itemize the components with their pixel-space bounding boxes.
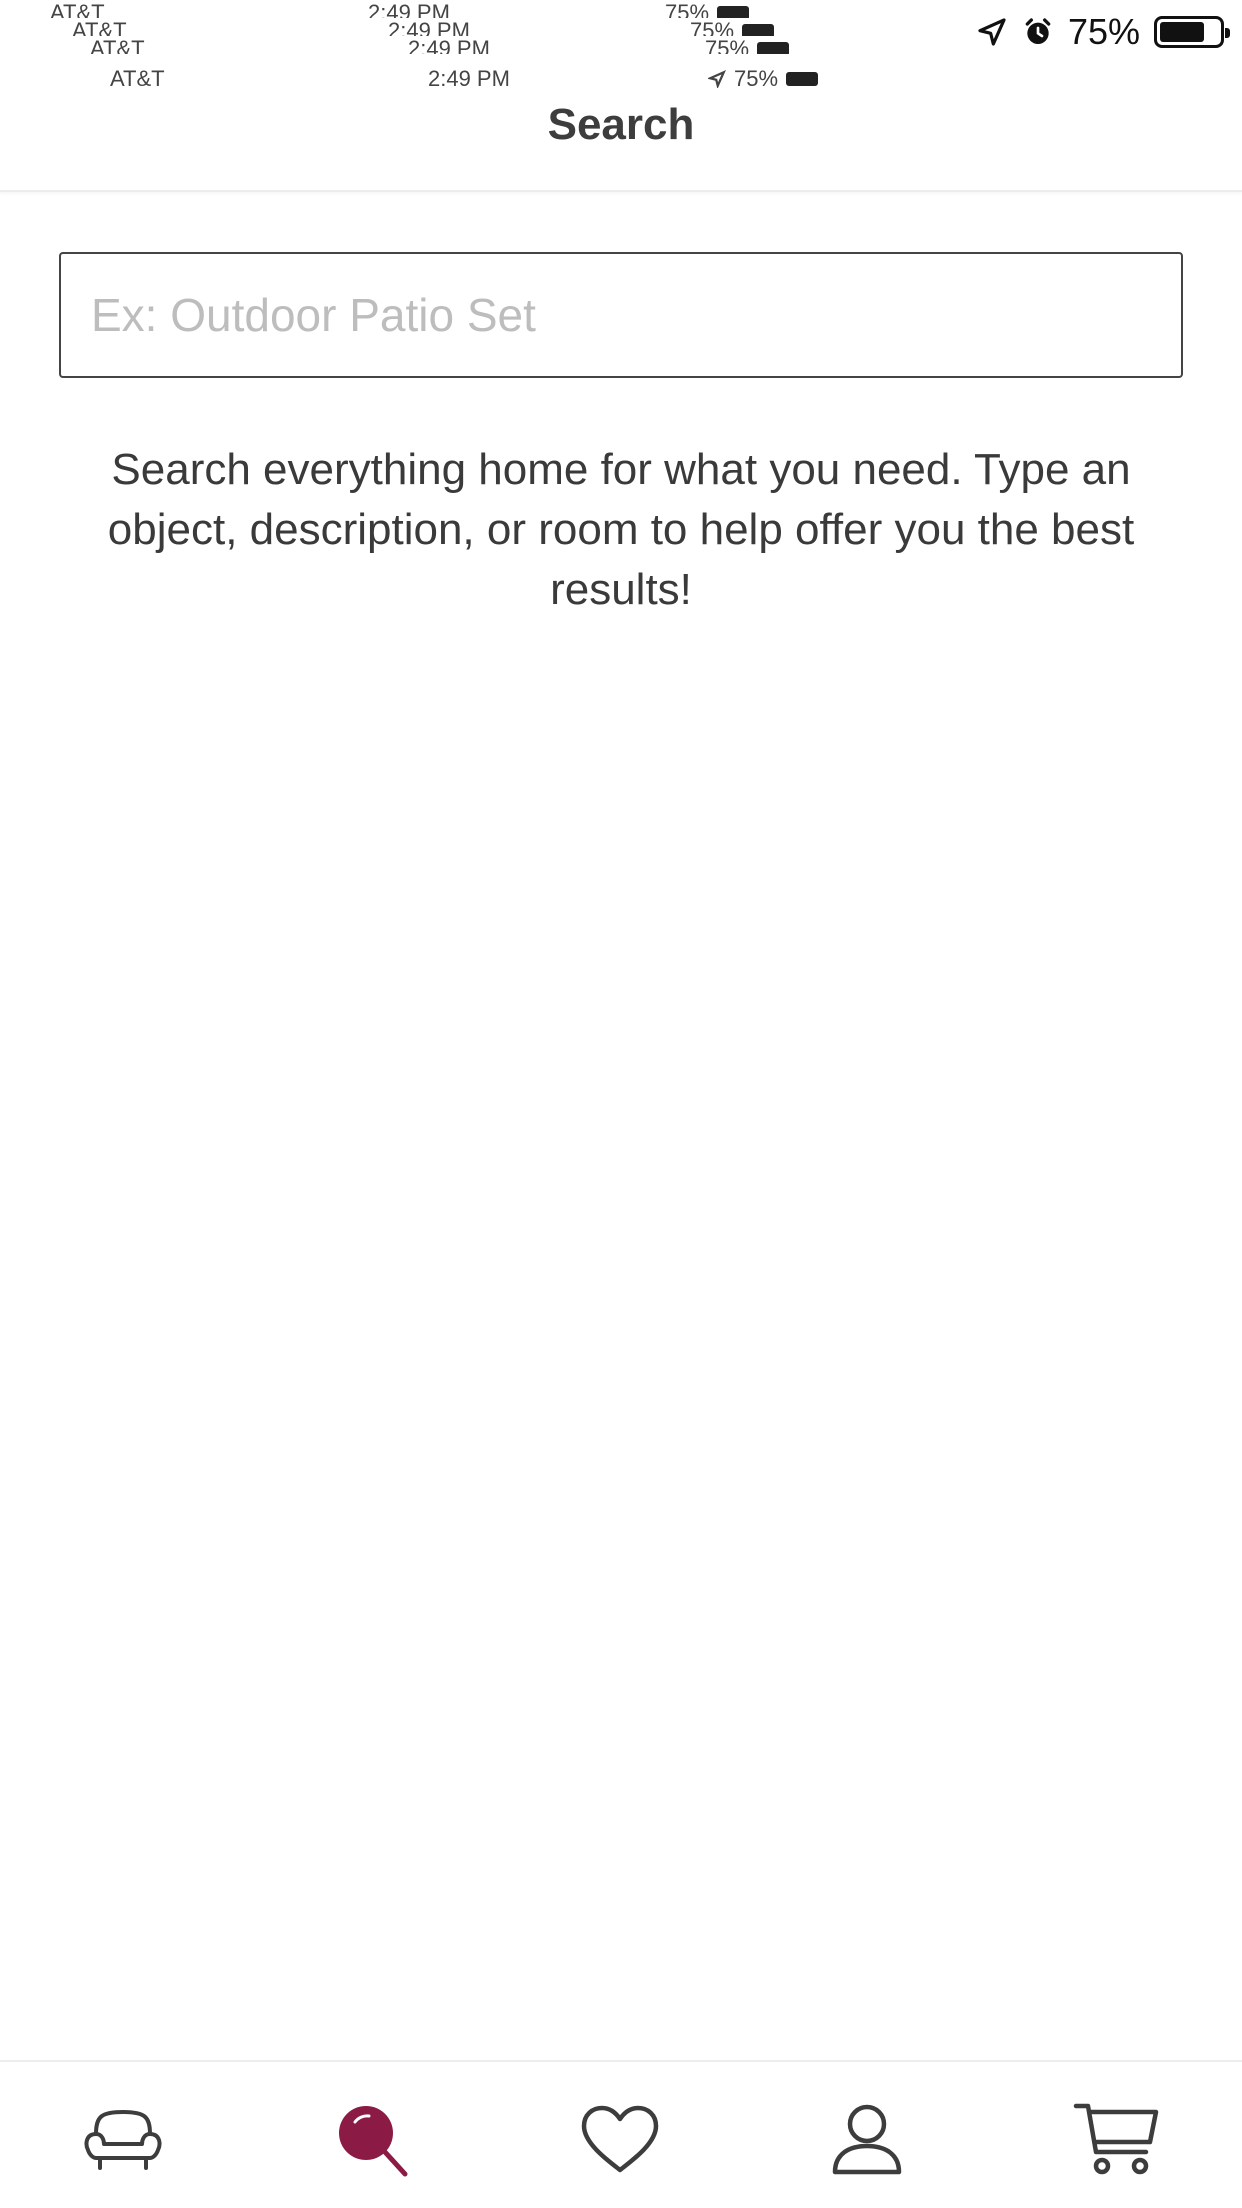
tab-cart[interactable] [1072,2100,1162,2180]
battery-fill [1160,22,1204,42]
user-icon [832,2104,902,2175]
carrier-label: AT&T [90,40,145,54]
tab-search[interactable] [328,2100,418,2180]
tab-favorites[interactable] [575,2100,665,2180]
tab-account[interactable] [822,2100,912,2180]
alarm-clock-icon [1025,18,1051,44]
battery-icon [717,6,750,18]
time-label: 2:49 PM [388,22,470,36]
time-label: 2:49 PM [368,4,450,18]
heart-icon [581,2105,659,2173]
battery-icon [1154,16,1230,48]
page-title: Search [547,100,695,149]
status-ghost-row: AT&T 2:49 PM 75% [0,4,900,18]
navigation-header: Search [0,64,1242,192]
search-icon [339,2106,408,2177]
battery-percent-label: 75% [690,22,735,36]
tab-shop[interactable] [78,2100,168,2180]
battery-percent-label: 75% [665,4,710,18]
carrier-label: AT&T [50,4,105,18]
search-input[interactable] [61,254,1181,376]
status-bar: AT&T 2:49 PM 75% AT&T 2:49 PM 75% AT&T 2… [0,0,1242,91]
status-ghost-row: AT&T 2:49 PM 75% [0,22,900,36]
carrier-label: AT&T [72,22,127,36]
time-label: 2:49 PM [408,40,490,54]
search-field-container[interactable] [59,252,1183,378]
battery-percent-label: 75% [1067,11,1140,52]
sofa-icon [84,2109,162,2170]
battery-icon [757,42,790,54]
tab-bar [0,2060,1242,2208]
search-help-text: Search everything home for what you need… [107,445,1135,614]
battery-percent-label: 75% [705,40,750,54]
battery-icon [742,24,775,36]
location-arrow-icon [978,18,1006,46]
status-indicators: 75% [976,10,1230,54]
cart-icon [1073,2103,1159,2175]
status-ghost-row: AT&T 2:49 PM 75% [0,40,900,54]
